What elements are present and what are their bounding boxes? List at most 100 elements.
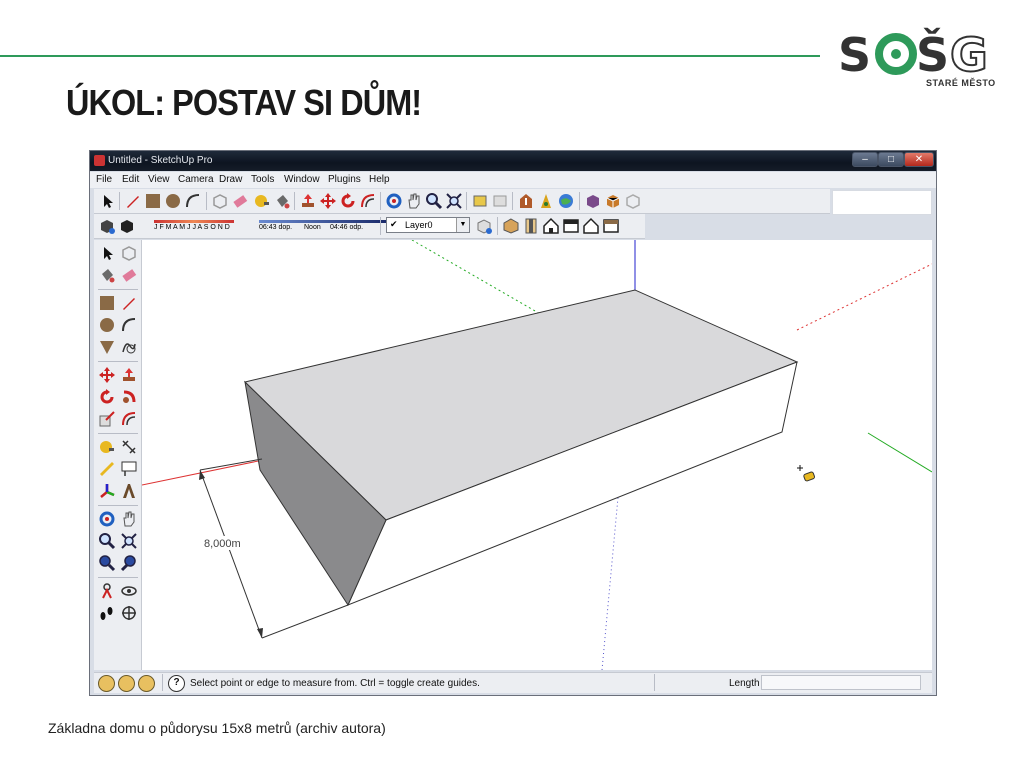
menu-view[interactable]: View xyxy=(148,174,170,185)
push-pull-icon[interactable] xyxy=(299,192,317,210)
credits-icon[interactable] xyxy=(118,675,135,692)
left-view-icon[interactable] xyxy=(602,217,620,235)
select-arrow-icon[interactable] xyxy=(98,192,116,210)
tape-measure-icon[interactable] xyxy=(253,192,271,210)
tape-measure-icon[interactable] xyxy=(98,438,116,456)
protractor-icon[interactable] xyxy=(98,460,116,478)
next-view-icon[interactable] xyxy=(491,192,509,210)
menu-window[interactable]: Window xyxy=(284,174,320,185)
time-start: 06:43 dop. xyxy=(259,224,293,231)
layer-select[interactable]: ✔ Layer0 ▼ xyxy=(386,217,470,233)
move-icon[interactable] xyxy=(319,192,337,210)
menu-camera[interactable]: Camera xyxy=(178,174,214,185)
pan-hand-icon[interactable] xyxy=(120,510,138,528)
polygon-icon[interactable] xyxy=(98,338,116,356)
arc-icon[interactable] xyxy=(184,192,202,210)
offset-icon[interactable] xyxy=(120,410,138,428)
window-titlebar: Untitled - SketchUp Pro – □ ✕ xyxy=(90,151,936,171)
eraser-icon[interactable] xyxy=(120,266,138,284)
position-camera-icon[interactable] xyxy=(98,582,116,600)
rotate-icon[interactable] xyxy=(98,388,116,406)
push-pull-icon[interactable] xyxy=(120,366,138,384)
arc-icon[interactable] xyxy=(120,316,138,334)
rectangle-icon[interactable] xyxy=(144,192,162,210)
zoom-extents-icon[interactable] xyxy=(445,192,463,210)
axes-icon[interactable] xyxy=(98,482,116,500)
status-separator xyxy=(654,674,655,691)
toolbar-separator xyxy=(98,505,138,506)
user-icon[interactable] xyxy=(138,675,155,692)
toolbar-separator xyxy=(206,192,207,210)
rectangle-icon[interactable] xyxy=(98,294,116,312)
zoom-extents-icon[interactable] xyxy=(98,554,116,572)
share-model-icon[interactable] xyxy=(537,192,555,210)
pan-hand-icon[interactable] xyxy=(405,192,423,210)
dimension-extension-line xyxy=(261,604,349,639)
select-arrow-icon[interactable] xyxy=(98,244,116,262)
shadow-settings-icon[interactable] xyxy=(98,217,116,235)
offset-icon[interactable] xyxy=(359,192,377,210)
rotate-icon[interactable] xyxy=(339,192,357,210)
pencil-icon[interactable] xyxy=(124,192,142,210)
circle-icon[interactable] xyxy=(98,316,116,334)
components-icon[interactable] xyxy=(604,192,622,210)
status-text: Select point or edge to measure from. Ct… xyxy=(190,678,480,689)
circle-icon[interactable] xyxy=(164,192,182,210)
get-models-icon[interactable] xyxy=(517,192,535,210)
menu-file[interactable]: File xyxy=(96,174,112,185)
zoom-icon[interactable] xyxy=(425,192,443,210)
previous-zoom-icon[interactable] xyxy=(120,554,138,572)
move-icon[interactable] xyxy=(98,366,116,384)
orbit-icon[interactable] xyxy=(385,192,403,210)
previous-view-icon[interactable] xyxy=(471,192,489,210)
menu-tools[interactable]: Tools xyxy=(251,174,274,185)
paint-bucket-icon[interactable] xyxy=(98,266,116,284)
maximize-button[interactable]: □ xyxy=(878,152,904,167)
front-view-icon[interactable] xyxy=(542,217,560,235)
zoom-icon[interactable] xyxy=(98,532,116,550)
pencil-icon[interactable] xyxy=(120,294,138,312)
eraser-icon[interactable] xyxy=(231,192,249,210)
display-shadows-icon[interactable] xyxy=(118,217,136,235)
red-axis-dotted-line xyxy=(796,263,932,331)
shadow-date-time-slider[interactable]: J F M A M J J A S O N D 06:43 dop. Noon … xyxy=(154,220,387,233)
menu-edit[interactable]: Edit xyxy=(122,174,139,185)
walk-icon[interactable] xyxy=(98,604,116,622)
dimension-line xyxy=(199,469,263,639)
drawing-viewport[interactable]: 8,000m xyxy=(142,240,932,670)
back-view-icon[interactable] xyxy=(582,217,600,235)
top-view-icon[interactable] xyxy=(522,217,540,235)
orbit-icon[interactable] xyxy=(98,510,116,528)
length-input[interactable] xyxy=(761,675,921,690)
make-component-icon[interactable] xyxy=(120,244,138,262)
look-around-icon[interactable] xyxy=(120,582,138,600)
text-icon[interactable] xyxy=(120,460,138,478)
dimension-arrow-icon xyxy=(257,628,263,638)
iso-view-icon[interactable] xyxy=(502,217,520,235)
minimize-button[interactable]: – xyxy=(852,152,878,167)
toolbar-blank-area xyxy=(832,190,932,215)
outliner-icon[interactable] xyxy=(624,192,642,210)
3d-text-icon[interactable] xyxy=(120,482,138,500)
menu-draw[interactable]: Draw xyxy=(219,174,242,185)
help-icon[interactable]: ? xyxy=(168,675,185,692)
make-component-icon[interactable] xyxy=(211,192,229,210)
zoom-window-icon[interactable] xyxy=(120,532,138,550)
follow-me-icon[interactable] xyxy=(120,388,138,406)
sketchup-window: Untitled - SketchUp Pro – □ ✕ File Edit … xyxy=(89,150,937,696)
menu-plugins[interactable]: Plugins xyxy=(328,174,361,185)
freehand-icon[interactable] xyxy=(120,338,138,356)
right-view-icon[interactable] xyxy=(562,217,580,235)
chevron-down-icon[interactable]: ▼ xyxy=(456,218,469,232)
geo-location-icon[interactable] xyxy=(98,675,115,692)
google-earth-icon[interactable] xyxy=(557,192,575,210)
component-options-icon[interactable] xyxy=(584,192,602,210)
dimension-icon[interactable] xyxy=(120,438,138,456)
scale-icon[interactable] xyxy=(98,410,116,428)
paint-bucket-icon[interactable] xyxy=(273,192,291,210)
close-button[interactable]: ✕ xyxy=(904,152,934,167)
toolbar-separator xyxy=(98,433,138,434)
menu-help[interactable]: Help xyxy=(369,174,390,185)
layer-manager-icon[interactable] xyxy=(475,217,493,235)
section-plane-icon[interactable] xyxy=(120,604,138,622)
